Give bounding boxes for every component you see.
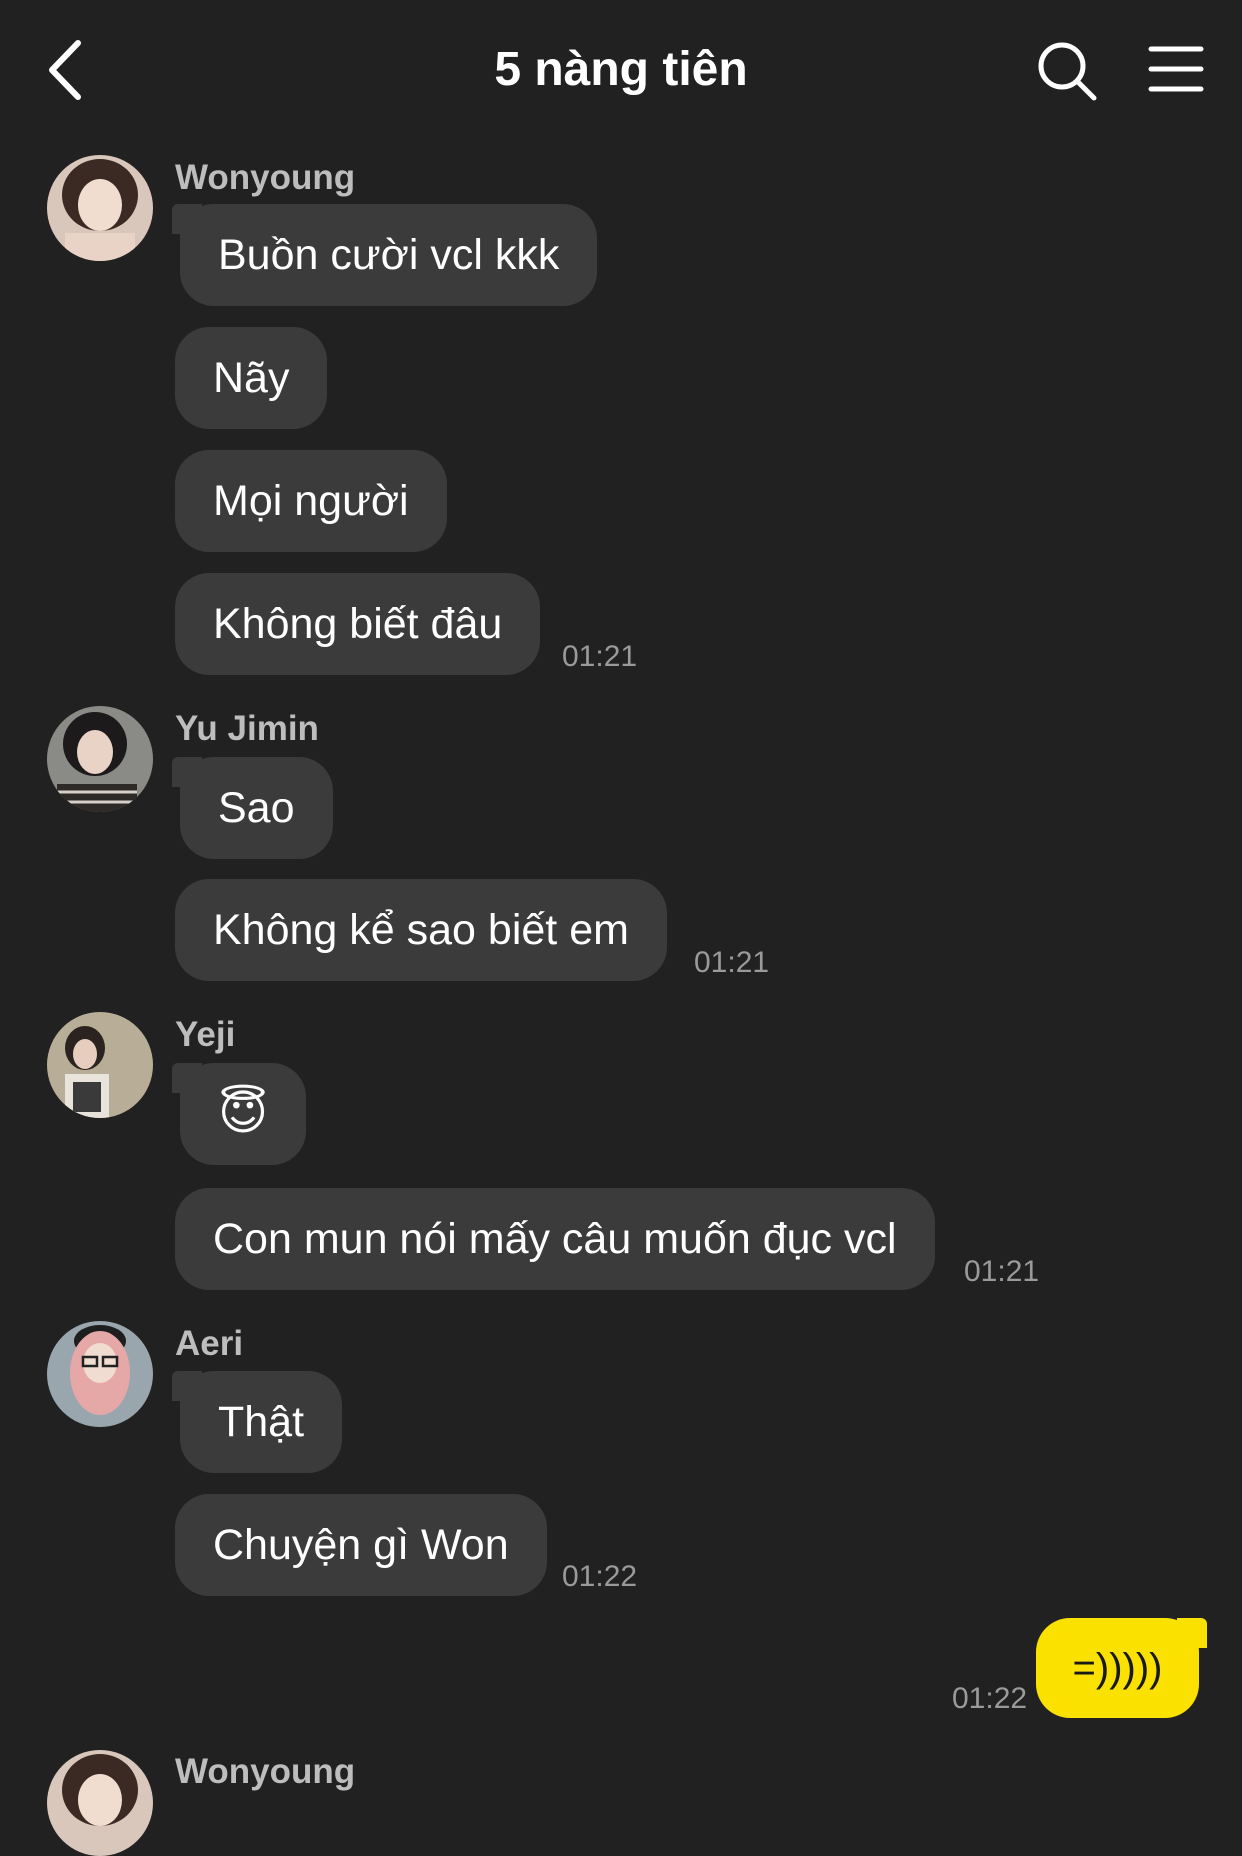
message-timestamp: 01:22: [562, 1560, 638, 1593]
sender-name[interactable]: Wonyoung: [175, 1752, 355, 1792]
message-bubble[interactable]: Buồn cười vcl kkk: [171, 204, 598, 306]
message-timestamp: 01:21: [964, 1255, 1040, 1288]
message-bubble[interactable]: Không kể sao biết em: [175, 879, 667, 981]
chat-header: 5 nàng tiên: [0, 0, 1242, 140]
message-bubble[interactable]: Sao: [172, 757, 333, 859]
message-bubble[interactable]: Mọi người: [175, 450, 447, 552]
message-bubble[interactable]: 😇: [171, 1063, 307, 1165]
search-icon: [1038, 42, 1097, 101]
hamburger-menu-icon: [1148, 46, 1204, 92]
search-button[interactable]: [1036, 40, 1098, 102]
message-bubble[interactable]: Nãy: [175, 327, 328, 429]
avatar[interactable]: [47, 1012, 153, 1118]
sender-name[interactable]: Wonyoung: [175, 158, 355, 198]
message-bubble[interactable]: Chuyện gì Won: [175, 1494, 547, 1596]
menu-button[interactable]: [1148, 44, 1204, 94]
my-message-bubble[interactable]: =))))): [1036, 1618, 1207, 1718]
message-timestamp: 01:21: [694, 946, 770, 979]
message-bubble[interactable]: Không biết đâu: [175, 573, 541, 675]
avatar[interactable]: [47, 155, 153, 261]
message-timestamp: 01:21: [562, 640, 638, 673]
sender-name[interactable]: Yeji: [175, 1015, 235, 1055]
my-message-timestamp: 01:22: [952, 1682, 1028, 1715]
sender-name[interactable]: Aeri: [175, 1324, 243, 1364]
sender-name[interactable]: Yu Jimin: [175, 709, 319, 749]
message-bubble[interactable]: Thật: [171, 1371, 343, 1473]
avatar[interactable]: [47, 1750, 153, 1856]
avatar[interactable]: [47, 1321, 153, 1427]
message-bubble[interactable]: Con mun nói mấy câu muốn đục vcl: [175, 1188, 935, 1290]
avatar[interactable]: [47, 706, 153, 812]
